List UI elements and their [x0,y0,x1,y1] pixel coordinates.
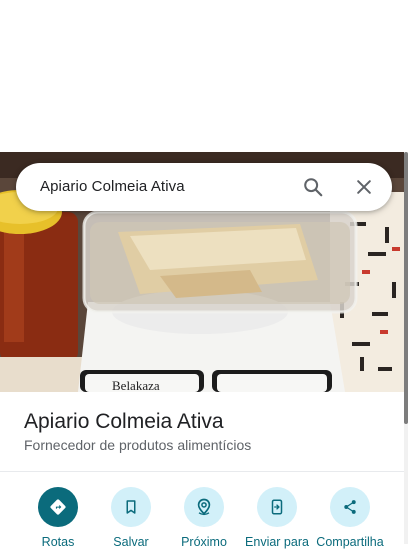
nearby-button[interactable]: Próximo [164,486,244,549]
search-bar[interactable]: Apiario Colmeia Ativa [16,163,392,211]
bookmark-icon [111,487,151,527]
send-to-phone-icon [257,487,297,527]
nearby-label: Próximo [181,535,227,549]
search-input[interactable]: Apiario Colmeia Ativa [40,178,185,195]
divider [0,471,404,472]
share-button[interactable]: Compartilha [310,486,390,549]
action-bar: Rotas Salvar Próximo Enviar para Compart… [0,486,404,549]
scrollbar-thumb[interactable] [404,152,408,424]
share-icon [330,487,370,527]
directions-icon [38,487,78,527]
svg-text:Belakaza: Belakaza [112,378,160,392]
search-icon[interactable] [302,176,324,198]
share-label: Compartilha [316,535,384,549]
close-icon[interactable] [354,177,374,197]
directions-label: Rotas [41,535,75,549]
send-to-phone-label: Enviar para [245,535,309,549]
save-label: Salvar [113,535,149,549]
send-to-phone-button[interactable]: Enviar para [237,486,317,549]
place-category[interactable]: Fornecedor de produtos alimentícios [24,437,251,453]
place-title: Apiario Colmeia Ativa [24,410,224,433]
nearby-icon [184,487,224,527]
directions-button[interactable]: Rotas [18,486,98,549]
save-button[interactable]: Salvar [91,486,171,549]
top-blank-area [0,0,408,152]
